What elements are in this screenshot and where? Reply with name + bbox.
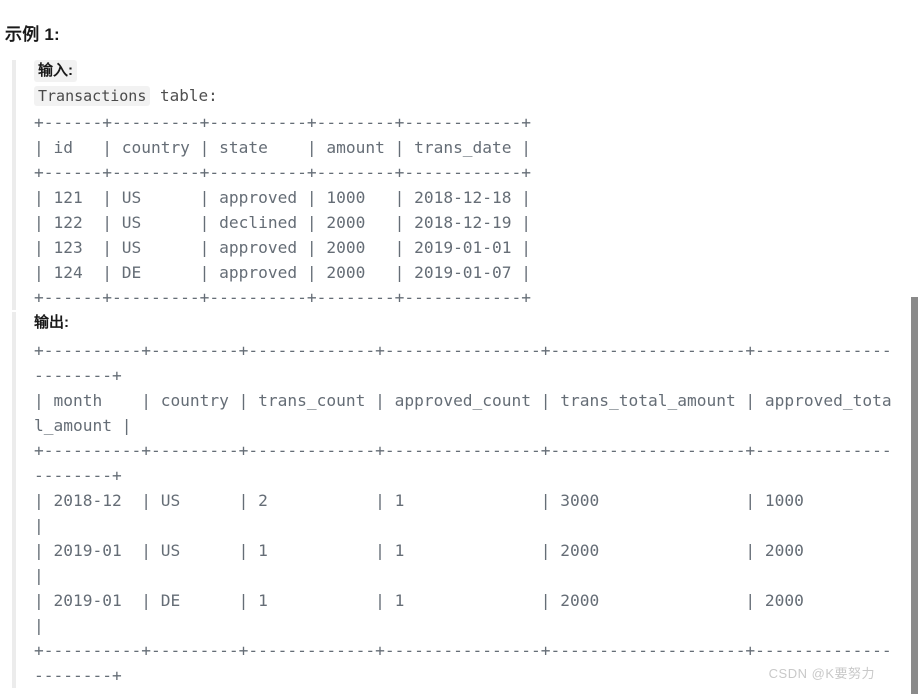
output-ascii-table: +----------+---------+-------------+----… [34, 341, 892, 685]
table-title-suffix: table: [150, 86, 218, 105]
vertical-scrollbar-thumb[interactable] [911, 297, 918, 694]
page-title: 示例 1: [5, 25, 60, 44]
input-table-title-line: Transactions table: [34, 84, 892, 108]
input-label-line: 输入: [34, 60, 892, 82]
input-blockquote: 输入: Transactions table: +------+--------… [12, 60, 892, 310]
csdn-watermark: CSDN @K要努力 [768, 666, 875, 681]
page-content: 示例 1: 输入: Transactions table: +------+--… [0, 0, 905, 694]
vertical-scrollbar-track[interactable] [907, 0, 921, 694]
output-label: 输出: [34, 314, 69, 331]
transactions-table-name: Transactions [34, 86, 151, 106]
input-label: 输入: [34, 60, 77, 82]
output-blockquote: 输出: +----------+---------+-------------+… [12, 312, 894, 688]
input-ascii-table: +------+---------+----------+--------+--… [34, 113, 532, 307]
